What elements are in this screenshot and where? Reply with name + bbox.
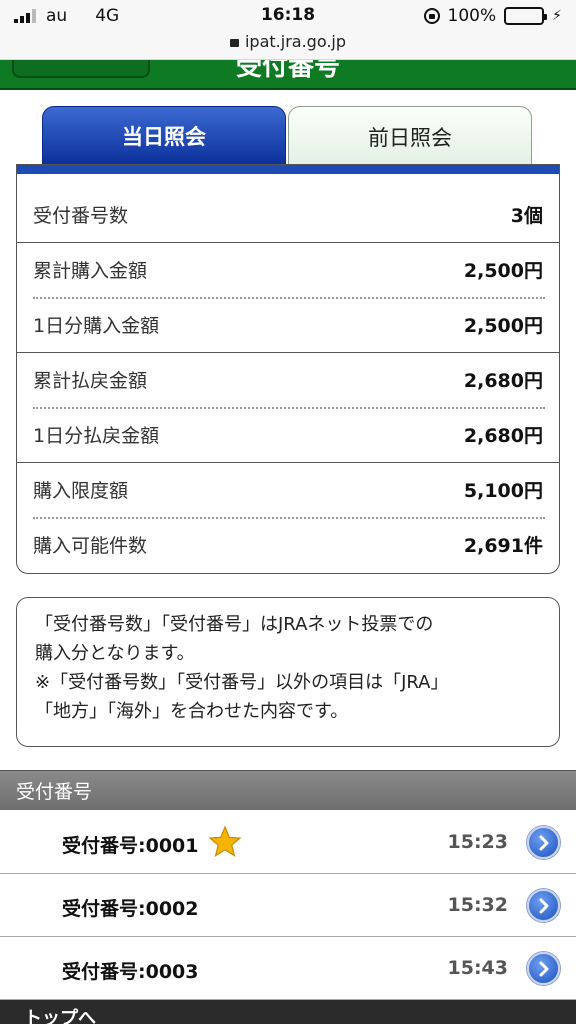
row-label: 購入限度額 — [33, 480, 129, 502]
row-label: 受付番号数 — [33, 205, 129, 227]
summary-row-daily-purchase: 1日分購入金額 2,500円 — [17, 297, 559, 352]
row-value: 5,100円 — [463, 480, 543, 502]
page-title: 受付番号 — [235, 60, 340, 82]
status-bar: au 4G 16:18 100% ⚡ ipat.jra.go.jp — [0, 0, 576, 60]
battery-icon — [504, 7, 548, 25]
receipt-number: 受付番号:0002 — [62, 898, 199, 920]
notice-line: 購入分となります。 — [35, 643, 195, 664]
section-header: 受付番号 — [0, 770, 576, 810]
notice-box: 「受付番号数」「受付番号」はJRAネット投票での 購入分となります。 ※「受付番… — [16, 597, 560, 747]
summary-row-purchasable-count: 購入可能件数 2,691件 — [17, 517, 559, 572]
receipt-time: 15:43 — [447, 957, 508, 979]
top-link[interactable]: トップへ — [24, 1004, 96, 1024]
url-text: ipat.jra.go.jp — [244, 32, 347, 51]
row-value: 2,680円 — [463, 425, 543, 447]
row-value: 2,691件 — [463, 535, 543, 557]
summary-row-total-purchase: 累計購入金額 2,500円 — [17, 242, 559, 297]
row-label: 1日分購入金額 — [33, 315, 160, 337]
summary-row-total-payout: 累計払戻金額 2,680円 — [17, 352, 559, 407]
chevron-right-icon[interactable] — [527, 952, 560, 985]
notice-line: 「受付番号数」「受付番号」はJRAネット投票での — [35, 614, 434, 635]
receipt-row[interactable]: 受付番号:0001 15:23 — [0, 811, 576, 874]
row-label: 累計払戻金額 — [33, 370, 148, 392]
tab-today[interactable]: 当日照会 — [42, 106, 286, 166]
tab-previous-day[interactable]: 前日照会 — [288, 106, 532, 166]
row-value: 2,500円 — [463, 260, 543, 282]
tab-underline — [17, 165, 559, 174]
notice-line: ※「受付番号数」「受付番号」以外の項目は「JRA」 — [35, 672, 449, 693]
chevron-right-icon[interactable] — [527, 826, 560, 859]
summary-table: 受付番号数 3個 累計購入金額 2,500円 1日分購入金額 2,500円 累計… — [16, 164, 560, 574]
receipt-number: 受付番号:0003 — [62, 961, 199, 983]
battery-percent: 100% — [447, 6, 497, 26]
tab-bar: 当日照会 前日照会 — [42, 106, 532, 166]
bottom-nav[interactable]: トップへ — [0, 1000, 576, 1024]
receipt-number: 受付番号:0001 — [62, 835, 199, 857]
receipt-row[interactable]: 受付番号:0003 15:43 — [0, 937, 576, 1000]
orientation-lock-icon — [423, 8, 440, 24]
receipt-time: 15:32 — [447, 894, 508, 916]
address-bar[interactable]: ipat.jra.go.jp — [0, 32, 576, 51]
row-label: 購入可能件数 — [33, 535, 148, 557]
row-value: 2,680円 — [463, 370, 543, 392]
row-label: 累計購入金額 — [33, 260, 148, 282]
summary-row-daily-payout: 1日分払戻金額 2,680円 — [17, 407, 559, 462]
summary-row-purchase-limit: 購入限度額 5,100円 — [17, 462, 559, 517]
row-value: 2,500円 — [463, 315, 543, 337]
status-right: 100% ⚡ — [423, 6, 562, 26]
row-label: 1日分払戻金額 — [33, 425, 160, 447]
receipt-time: 15:23 — [447, 831, 508, 853]
row-value: 3個 — [510, 205, 543, 227]
charging-icon: ⚡ — [552, 8, 562, 24]
star-icon — [208, 825, 242, 857]
chevron-right-icon[interactable] — [527, 889, 560, 922]
lock-icon — [229, 39, 239, 47]
page-header: 受付番号 — [0, 60, 576, 90]
summary-row-receipt-count: 受付番号数 3個 — [17, 187, 559, 242]
receipt-row[interactable]: 受付番号:0002 15:32 — [0, 874, 576, 937]
notice-line: 「地方」「海外」を合わせた内容です。 — [35, 701, 349, 722]
